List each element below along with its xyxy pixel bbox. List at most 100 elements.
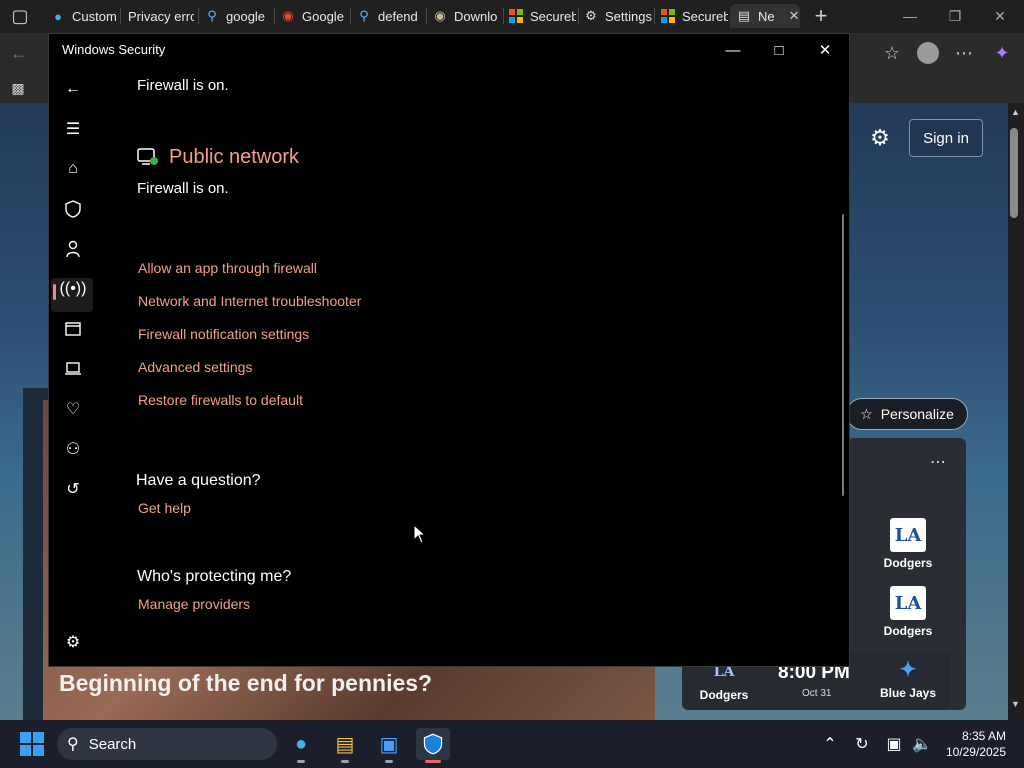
minimize-icon[interactable]: — bbox=[890, 4, 930, 28]
public-network-heading[interactable]: Public network bbox=[169, 146, 299, 169]
close-tab-icon[interactable]: ✕ bbox=[789, 8, 800, 24]
sync-icon[interactable]: ↻ bbox=[850, 732, 874, 756]
browser-tab[interactable]: ◉ Google bbox=[280, 4, 346, 28]
team-dodgers[interactable]: LA Dodgers bbox=[862, 586, 954, 638]
favorites-icon[interactable]: ☆ bbox=[877, 38, 907, 68]
manage-providers-link[interactable]: Manage providers bbox=[138, 596, 250, 612]
browser-tab[interactable]: ⚙ Settings bbox=[583, 4, 653, 28]
tab-actions-icon[interactable]: ▢ bbox=[5, 1, 35, 31]
dodgers-logo-icon: LA bbox=[890, 518, 926, 552]
search-icon: ⚲ bbox=[67, 736, 79, 753]
volume-icon[interactable]: 🔈 bbox=[910, 732, 934, 756]
tab-separator bbox=[198, 8, 199, 24]
troubleshooter-link[interactable]: Network and Internet troubleshooter bbox=[138, 293, 361, 309]
mouse-cursor-icon bbox=[413, 523, 427, 549]
team-name: Dodgers bbox=[699, 688, 749, 702]
tab-label: google bbox=[226, 8, 266, 24]
device-security-icon[interactable] bbox=[59, 355, 87, 383]
question-heading: Have a question? bbox=[136, 472, 261, 489]
shield-icon[interactable] bbox=[59, 195, 87, 223]
firewall-network-icon[interactable]: ((•)) bbox=[59, 275, 87, 303]
tab-label: Secureb bbox=[682, 8, 728, 24]
more-options-icon[interactable]: ⋯ bbox=[930, 452, 947, 472]
new-tab-icon[interactable]: + bbox=[806, 1, 836, 31]
windows-security-taskbar-icon[interactable] bbox=[416, 728, 450, 760]
app-browser-control-icon[interactable] bbox=[59, 315, 87, 343]
browser-tab-bar: ▢ ● Custom Privacy error ⚲ google ◉ Goog… bbox=[0, 0, 1024, 33]
restore-defaults-link[interactable]: Restore firewalls to default bbox=[138, 392, 303, 408]
maps-pin-icon: ◉ bbox=[282, 8, 294, 23]
content-scrollbar[interactable] bbox=[842, 214, 844, 496]
minimize-icon[interactable]: — bbox=[713, 38, 753, 62]
page-scroll-thumb[interactable] bbox=[1010, 128, 1018, 218]
family-options-icon[interactable]: ⚇ bbox=[59, 435, 87, 463]
back-icon[interactable]: ← bbox=[4, 38, 34, 68]
firewall-status-text: Firewall is on. bbox=[137, 180, 229, 197]
file-explorer-icon[interactable]: ▤ bbox=[328, 728, 362, 760]
microsoft-icon bbox=[508, 8, 524, 24]
tab-separator bbox=[578, 8, 579, 24]
tab-separator bbox=[350, 8, 351, 24]
get-help-link[interactable]: Get help bbox=[138, 500, 191, 516]
profile-icon[interactable] bbox=[913, 38, 943, 68]
active-indicator bbox=[425, 760, 441, 763]
back-arrow-icon[interactable]: ← bbox=[59, 75, 87, 103]
browser-tab-active[interactable]: ▤ Ne ✕ bbox=[730, 4, 800, 28]
maximize-icon[interactable]: □ bbox=[759, 38, 799, 62]
restore-icon[interactable]: ❐ bbox=[935, 4, 975, 28]
home-icon[interactable]: ⌂ bbox=[59, 155, 87, 183]
defender-app-icon[interactable]: ▣ bbox=[372, 728, 406, 760]
system-clock[interactable]: 8:35 AM 10/29/2025 bbox=[942, 728, 1006, 760]
browser-tab[interactable]: ◉ Downlo bbox=[432, 4, 500, 28]
browser-tab[interactable]: Secureb bbox=[508, 4, 576, 28]
dodgers-logo-icon: LA bbox=[890, 586, 926, 620]
personalize-label: Personalize bbox=[880, 406, 954, 422]
device-health-icon[interactable]: ♡ bbox=[59, 395, 87, 423]
network-icon[interactable]: ▣ bbox=[882, 732, 906, 756]
close-icon[interactable]: ✕ bbox=[980, 4, 1020, 28]
start-button[interactable] bbox=[20, 732, 44, 761]
tab-label: defend bbox=[378, 8, 418, 24]
browser-tab[interactable]: ● Custom bbox=[50, 4, 116, 28]
team-name: Blue Jays bbox=[879, 686, 937, 700]
personalize-button[interactable]: ☆ Personalize bbox=[846, 398, 968, 430]
clock-date: 10/29/2025 bbox=[945, 745, 1006, 759]
sign-in-button[interactable]: Sign in bbox=[909, 119, 983, 157]
browser-tab[interactable]: ⚲ defend bbox=[356, 4, 422, 28]
search-icon: ⚲ bbox=[207, 8, 217, 23]
news-headline[interactable]: Beginning of the end for pennies? bbox=[59, 670, 432, 697]
tab-separator bbox=[426, 8, 427, 24]
clock-time: 8:35 AM bbox=[961, 729, 1006, 743]
running-indicator bbox=[385, 760, 393, 763]
more-menu-icon[interactable]: ⋯ bbox=[949, 38, 979, 68]
copilot-icon[interactable]: ✦ bbox=[987, 38, 1017, 68]
scroll-up-icon[interactable]: ▲ bbox=[1011, 107, 1020, 117]
hamburger-menu-icon[interactable]: ☰ bbox=[59, 115, 87, 143]
page-settings-icon[interactable]: ⚙ bbox=[866, 124, 894, 152]
tab-separator bbox=[274, 8, 275, 24]
newtab-icon: ▤ bbox=[737, 8, 751, 23]
star-edit-icon: ☆ bbox=[860, 405, 873, 422]
taskbar-search-box[interactable]: ⚲ Search bbox=[57, 728, 277, 760]
allow-app-link[interactable]: Allow an app through firewall bbox=[138, 260, 317, 276]
protection-history-icon[interactable]: ↺ bbox=[59, 475, 87, 503]
team-blue-jays[interactable]: ✦ Blue Jays bbox=[862, 656, 954, 700]
game-date: Oct 31 bbox=[802, 688, 832, 699]
browser-tab[interactable]: ⚲ google bbox=[204, 4, 270, 28]
show-hidden-icons-icon[interactable]: ⌃ bbox=[818, 732, 842, 756]
window-title: Windows Security bbox=[62, 42, 166, 57]
account-icon[interactable] bbox=[59, 235, 87, 263]
edge-icon: ● bbox=[54, 8, 62, 24]
settings-gear-icon[interactable]: ⚙ bbox=[59, 628, 87, 656]
collections-icon[interactable]: ▩ bbox=[3, 73, 33, 103]
tab-label: Ne bbox=[758, 8, 775, 24]
team-dodgers[interactable]: LA Dodgers bbox=[862, 518, 954, 570]
browser-tab[interactable]: Secureb bbox=[660, 4, 728, 28]
advanced-settings-link[interactable]: Advanced settings bbox=[138, 359, 252, 375]
protecting-heading: Who's protecting me? bbox=[137, 568, 292, 585]
scroll-down-icon[interactable]: ▼ bbox=[1011, 699, 1020, 709]
notification-settings-link[interactable]: Firewall notification settings bbox=[138, 326, 309, 342]
close-icon[interactable]: ✕ bbox=[805, 38, 845, 62]
browser-tab[interactable]: Privacy error bbox=[128, 4, 194, 28]
edge-taskbar-icon[interactable]: ● bbox=[284, 728, 318, 760]
